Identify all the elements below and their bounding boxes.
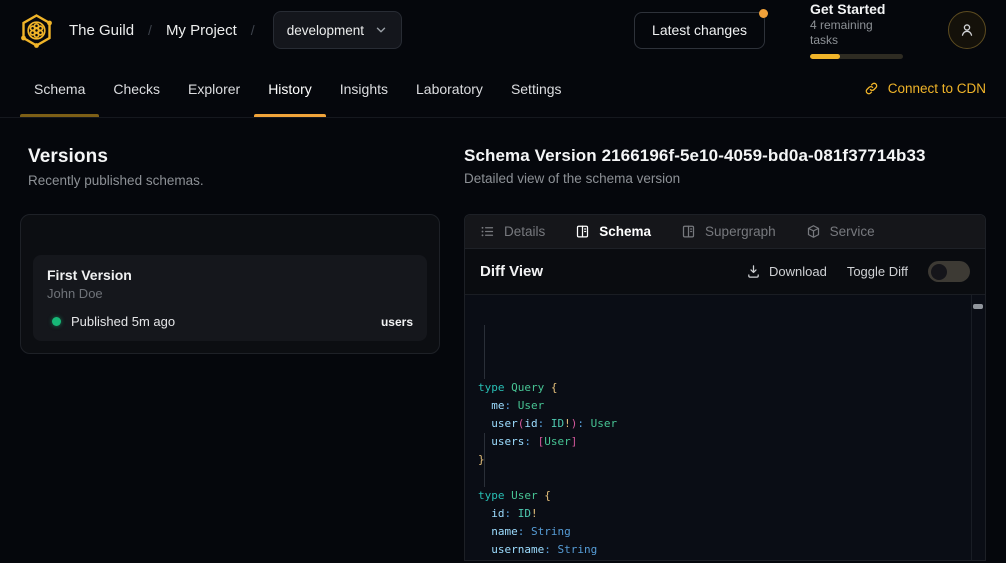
scrollbar-thumb[interactable]: [973, 304, 983, 309]
indent-guide: [484, 433, 485, 487]
nav-tab-history[interactable]: History: [254, 60, 326, 117]
get-started-progress-fill: [810, 54, 840, 59]
published-status-text: Published 5m ago: [71, 314, 175, 329]
version-name: First Version: [47, 267, 413, 283]
breadcrumb: The Guild / My Project / development: [69, 11, 402, 49]
indent-guide: [484, 325, 485, 379]
versions-list-card: First Version John Doe Published 5m ago …: [20, 214, 440, 354]
scrollbar-track[interactable]: [971, 295, 985, 560]
tab-schema[interactable]: Schema: [575, 224, 651, 239]
nav-tab-checks[interactable]: Checks: [99, 60, 174, 117]
version-detail-panel: Schema Version 2166196f-5e10-4059-bd0a-0…: [464, 146, 986, 561]
main-content: Versions Recently published schemas. Fir…: [0, 118, 1006, 561]
download-button[interactable]: Download: [746, 264, 827, 279]
target-selector-dropdown[interactable]: development: [273, 11, 402, 49]
detail-tab-bar: Details Schema Sup: [465, 215, 985, 249]
breadcrumb-organization[interactable]: The Guild: [69, 22, 134, 39]
latest-changes-label: Latest changes: [652, 22, 747, 38]
schema-version-title: Schema Version 2166196f-5e10-4059-bd0a-0…: [464, 146, 986, 166]
link-icon: [864, 81, 879, 96]
top-header: The Guild / My Project / development Lat…: [0, 0, 1006, 60]
latest-changes-button[interactable]: Latest changes: [634, 12, 765, 49]
user-menu-button[interactable]: [948, 11, 986, 49]
primary-nav: Schema Checks Explorer History Insights …: [0, 60, 1006, 118]
cube-icon: [806, 224, 821, 239]
nav-tab-list: Schema Checks Explorer History Insights …: [20, 60, 576, 117]
toggle-diff-switch[interactable]: [928, 261, 970, 282]
list-icon: [480, 224, 495, 239]
published-status-dot: [52, 317, 61, 326]
chevron-down-icon: [374, 23, 388, 37]
diff-view-title: Diff View: [480, 263, 543, 280]
person-icon: [957, 20, 977, 40]
breadcrumb-project[interactable]: My Project: [166, 22, 237, 39]
connect-to-cdn-button[interactable]: Connect to CDN: [864, 60, 986, 117]
get-started-title: Get Started: [810, 1, 903, 18]
version-list-item[interactable]: First Version John Doe Published 5m ago …: [33, 255, 427, 341]
versions-subtitle: Recently published schemas.: [28, 173, 440, 188]
columns-icon: [575, 224, 590, 239]
header-right-group: Latest changes Get Started 4 remaining t…: [634, 1, 986, 59]
schema-version-subtitle: Detailed view of the schema version: [464, 171, 986, 186]
toggle-diff-label: Toggle Diff: [847, 264, 908, 279]
versions-title: Versions: [28, 146, 440, 168]
nav-tab-schema[interactable]: Schema: [20, 60, 99, 117]
tab-details[interactable]: Details: [480, 224, 545, 239]
get-started-progress[interactable]: Get Started 4 remaining tasks: [810, 1, 903, 59]
code-content: type Query { me: User user(id: ID!): Use…: [478, 379, 969, 560]
nav-tab-settings[interactable]: Settings: [497, 60, 576, 117]
breadcrumb-separator: /: [251, 22, 255, 38]
target-selector-value: development: [287, 23, 364, 38]
breadcrumb-separator: /: [148, 22, 152, 38]
download-icon: [746, 264, 761, 279]
schema-detail-card: Details Schema Sup: [464, 214, 986, 561]
diff-view-header: Diff View Download Toggle Diff: [465, 249, 985, 295]
get-started-remaining-tasks: 4 remaining tasks: [810, 18, 903, 48]
columns-icon: [681, 224, 696, 239]
get-started-progress-track: [810, 54, 903, 59]
nav-tab-explorer[interactable]: Explorer: [174, 60, 254, 117]
schema-code-block[interactable]: type Query { me: User user(id: ID!): Use…: [465, 295, 985, 560]
service-name-badge: users: [381, 315, 413, 329]
hive-logo-icon[interactable]: [18, 12, 55, 49]
versions-panel: Versions Recently published schemas. Fir…: [20, 146, 440, 561]
nav-tab-laboratory[interactable]: Laboratory: [402, 60, 497, 117]
notification-dot: [759, 9, 768, 18]
nav-tab-insights[interactable]: Insights: [326, 60, 402, 117]
tab-service[interactable]: Service: [806, 224, 875, 239]
version-author: John Doe: [47, 286, 413, 301]
switch-knob: [931, 264, 947, 280]
tab-supergraph[interactable]: Supergraph: [681, 224, 776, 239]
